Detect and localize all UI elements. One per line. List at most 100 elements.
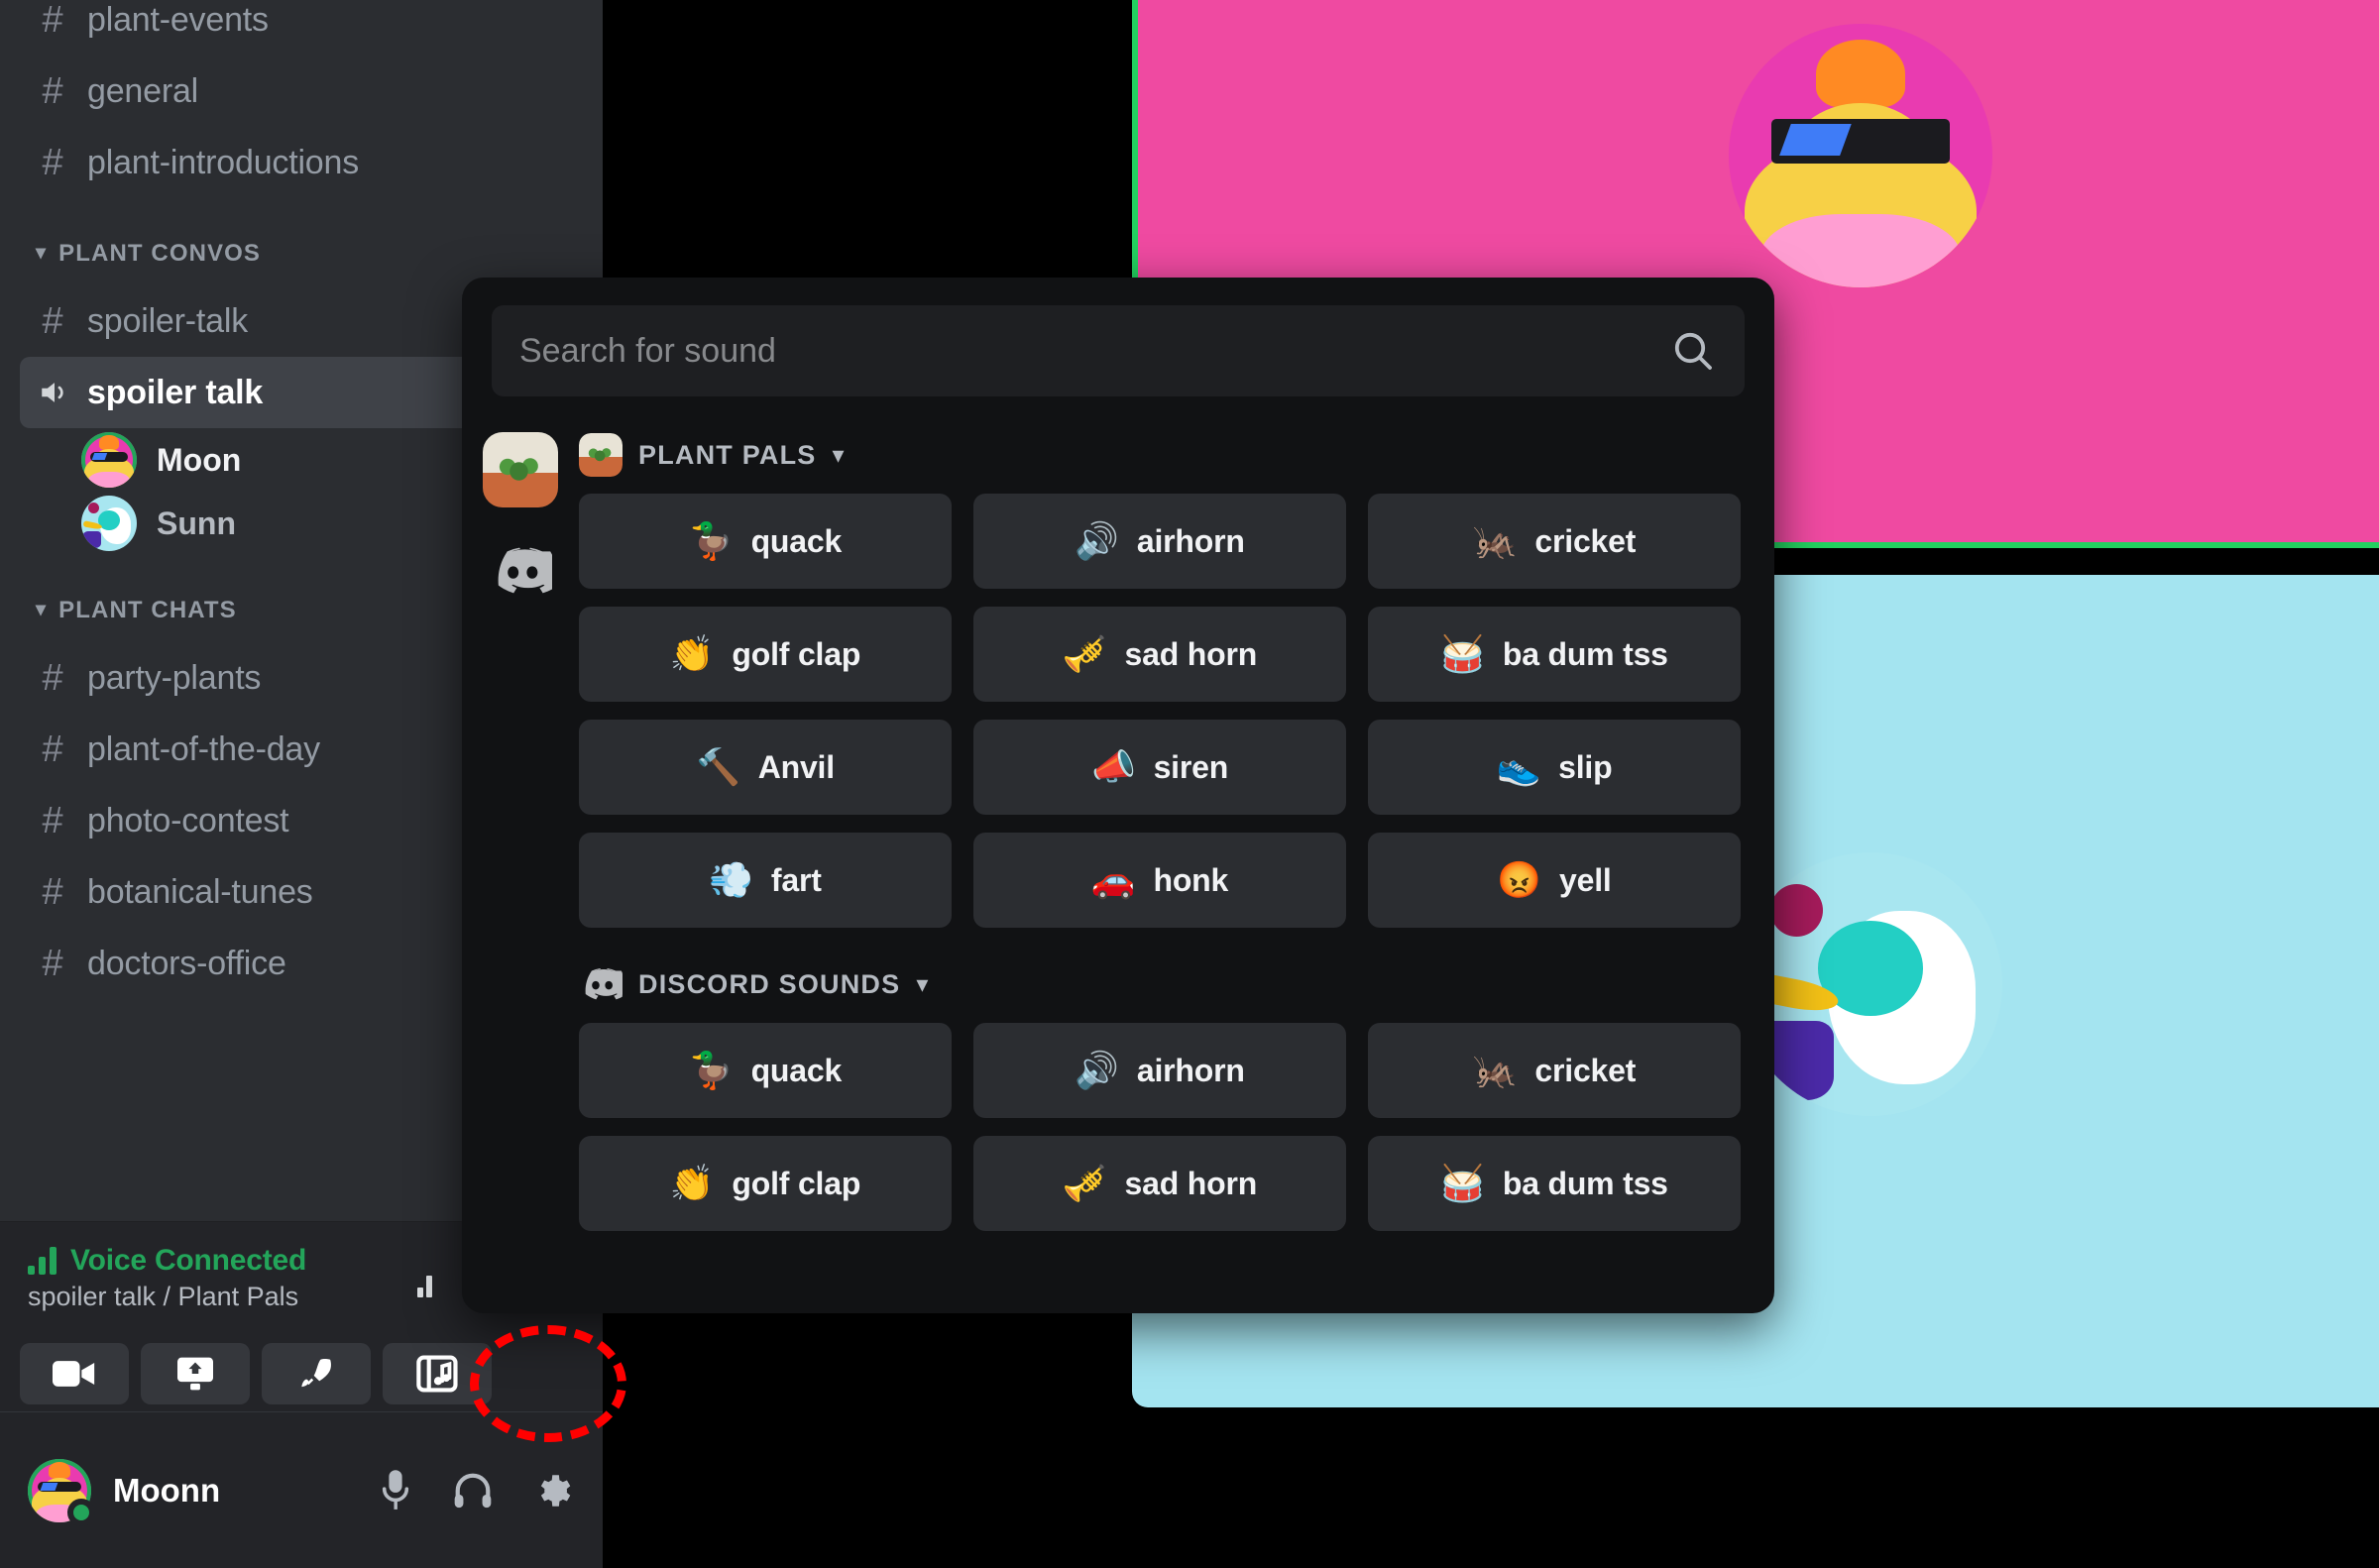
screen-share-icon — [174, 1356, 216, 1392]
sound-button-sad-horn[interactable]: 🎺 sad horn — [973, 607, 1346, 702]
section-header-discord-sounds[interactable]: DISCORD SOUNDS ▾ — [579, 953, 1741, 1015]
sound-label: ba dum tss — [1502, 1165, 1668, 1201]
search-box[interactable] — [492, 305, 1745, 396]
sound-button-cricket[interactable]: 🦗 cricket — [1368, 494, 1741, 589]
avatar — [1729, 24, 1992, 287]
sound-label: airhorn — [1136, 1052, 1245, 1088]
duck-icon: 🦆 — [688, 520, 734, 561]
channel-label: plant-of-the-day — [87, 729, 320, 768]
user-settings-button[interactable] — [533, 1470, 575, 1512]
user-panel: Moonn — [0, 1411, 603, 1568]
cricket-icon: 🦗 — [1472, 1050, 1518, 1090]
chevron-down-icon[interactable]: ▾ — [916, 970, 928, 999]
voice-action-buttons — [20, 1343, 492, 1404]
channel-label: plant-introductions — [87, 143, 360, 181]
soundboard-body: PLANT PALS ▾ 🦆 quack 🔊 airhorn 🦗 cricket — [462, 418, 1774, 1305]
hash-icon: # — [42, 141, 63, 183]
sound-label: quack — [750, 522, 843, 559]
sound-button-cricket[interactable]: 🦗 cricket — [1368, 1023, 1741, 1118]
channel-label: plant-events — [87, 0, 269, 39]
sound-label: Anvil — [757, 748, 835, 785]
member-name: Sunn — [157, 504, 236, 541]
soundboard-server-rail — [462, 418, 579, 1305]
channel-label: spoiler talk — [87, 373, 264, 411]
chevron-down-icon[interactable]: ▾ — [833, 441, 845, 470]
sound-label: yell — [1559, 861, 1612, 898]
deafen-button[interactable] — [452, 1471, 494, 1511]
hash-icon: # — [42, 942, 63, 984]
sound-label: fart — [770, 861, 822, 898]
soundboard-sound-list: PLANT PALS ▾ 🦆 quack 🔊 airhorn 🦗 cricket — [579, 418, 1774, 1305]
search-input[interactable] — [519, 331, 1669, 371]
sound-button-anvil[interactable]: 🔨 Anvil — [579, 720, 952, 815]
soundboard-settings-button[interactable] — [1766, 326, 1774, 376]
sound-button-quack[interactable]: 🦆 quack — [579, 1023, 952, 1118]
sound-grid-discord-sounds: 🦆 quack 🔊 airhorn 🦗 cricket 👏 golf clap — [579, 1023, 1741, 1231]
sound-button-golf-clap[interactable]: 👏 golf clap — [579, 607, 952, 702]
sound-label: slip — [1558, 748, 1613, 785]
rocket-icon — [296, 1354, 336, 1394]
sidebar-channel-general[interactable]: # general — [20, 56, 583, 127]
sound-label: quack — [750, 1052, 843, 1088]
status-badge — [67, 1498, 95, 1526]
sound-label: airhorn — [1136, 522, 1245, 559]
connection-quality-icon — [417, 1274, 432, 1297]
sound-button-quack[interactable]: 🦆 quack — [579, 494, 952, 589]
sound-button-ba-dum-tss[interactable]: 🥁 ba dum tss — [1368, 1136, 1741, 1231]
sound-label: siren — [1153, 748, 1229, 785]
sound-button-siren[interactable]: 📣 siren — [973, 720, 1346, 815]
sidebar-channel-plant-introductions[interactable]: # plant-introductions — [20, 127, 583, 198]
screen-share-button[interactable] — [141, 1343, 250, 1404]
sound-label: ba dum tss — [1502, 635, 1668, 672]
sound-button-airhorn[interactable]: 🔊 airhorn — [973, 1023, 1346, 1118]
sound-button-golf-clap[interactable]: 👏 golf clap — [579, 1136, 952, 1231]
trumpet-icon: 🎺 — [1062, 633, 1107, 674]
dash-cloud-icon: 💨 — [709, 859, 753, 900]
car-icon: 🚗 — [1090, 859, 1136, 900]
rail-item-plant-pals[interactable] — [483, 432, 558, 507]
channel-label: photo-contest — [87, 801, 289, 840]
section-title: PLANT PALS — [638, 439, 817, 470]
soundboard-button[interactable] — [383, 1343, 492, 1404]
plant-server-avatar — [483, 432, 558, 507]
hash-icon: # — [42, 799, 63, 841]
mute-button[interactable] — [379, 1468, 412, 1513]
sound-button-airhorn[interactable]: 🔊 airhorn — [973, 494, 1346, 589]
voice-status-label: Voice Connected — [70, 1244, 307, 1277]
sound-button-sad-horn[interactable]: 🎺 sad horn — [973, 1136, 1346, 1231]
hash-icon: # — [42, 656, 63, 699]
sound-label: sad horn — [1124, 635, 1258, 672]
sidebar-channel-plant-events[interactable]: # plant-events — [20, 0, 583, 56]
channel-label: party-plants — [87, 658, 262, 697]
sound-button-ba-dum-tss[interactable]: 🥁 ba dum tss — [1368, 607, 1741, 702]
soundboard-icon — [416, 1355, 458, 1393]
discord-logo-icon — [579, 962, 623, 1006]
category-plant-convos[interactable]: ▾ PLANT CONVOS — [20, 226, 583, 281]
hammer-icon: 🔨 — [696, 746, 740, 787]
sound-grid-plant-pals: 🦆 quack 🔊 airhorn 🦗 cricket 👏 golf clap — [579, 494, 1741, 928]
hash-icon: # — [42, 69, 63, 112]
chevron-down-icon: ▾ — [36, 242, 48, 264]
discord-logo-icon — [489, 547, 552, 595]
speaker-icon: 🔊 — [1075, 1050, 1119, 1090]
sound-button-slip[interactable]: 👟 slip — [1368, 720, 1741, 815]
clapping-hands-icon: 👏 — [669, 1163, 715, 1203]
channel-label: spoiler-talk — [87, 301, 248, 340]
channel-label: general — [87, 71, 199, 110]
sound-button-yell[interactable]: 😡 yell — [1368, 833, 1741, 928]
rail-item-discord-sounds[interactable] — [483, 533, 558, 609]
user-controls — [379, 1468, 575, 1513]
soundboard-popup: PLANT PALS ▾ 🦆 quack 🔊 airhorn 🦗 cricket — [462, 278, 1774, 1313]
avatar[interactable] — [28, 1458, 95, 1526]
hash-icon: # — [42, 299, 63, 342]
sneaker-icon: 👟 — [1496, 746, 1541, 787]
sound-button-honk[interactable]: 🚗 honk — [973, 833, 1346, 928]
section-header-plant-pals[interactable]: PLANT PALS ▾ — [579, 424, 1741, 486]
sound-label: cricket — [1534, 522, 1637, 559]
sound-label: sad horn — [1124, 1165, 1258, 1201]
channel-label: botanical-tunes — [87, 872, 313, 911]
speaker-icon: 🔊 — [1075, 520, 1119, 561]
sound-button-fart[interactable]: 💨 fart — [579, 833, 952, 928]
activities-button[interactable] — [262, 1343, 371, 1404]
video-camera-button[interactable] — [20, 1343, 129, 1404]
